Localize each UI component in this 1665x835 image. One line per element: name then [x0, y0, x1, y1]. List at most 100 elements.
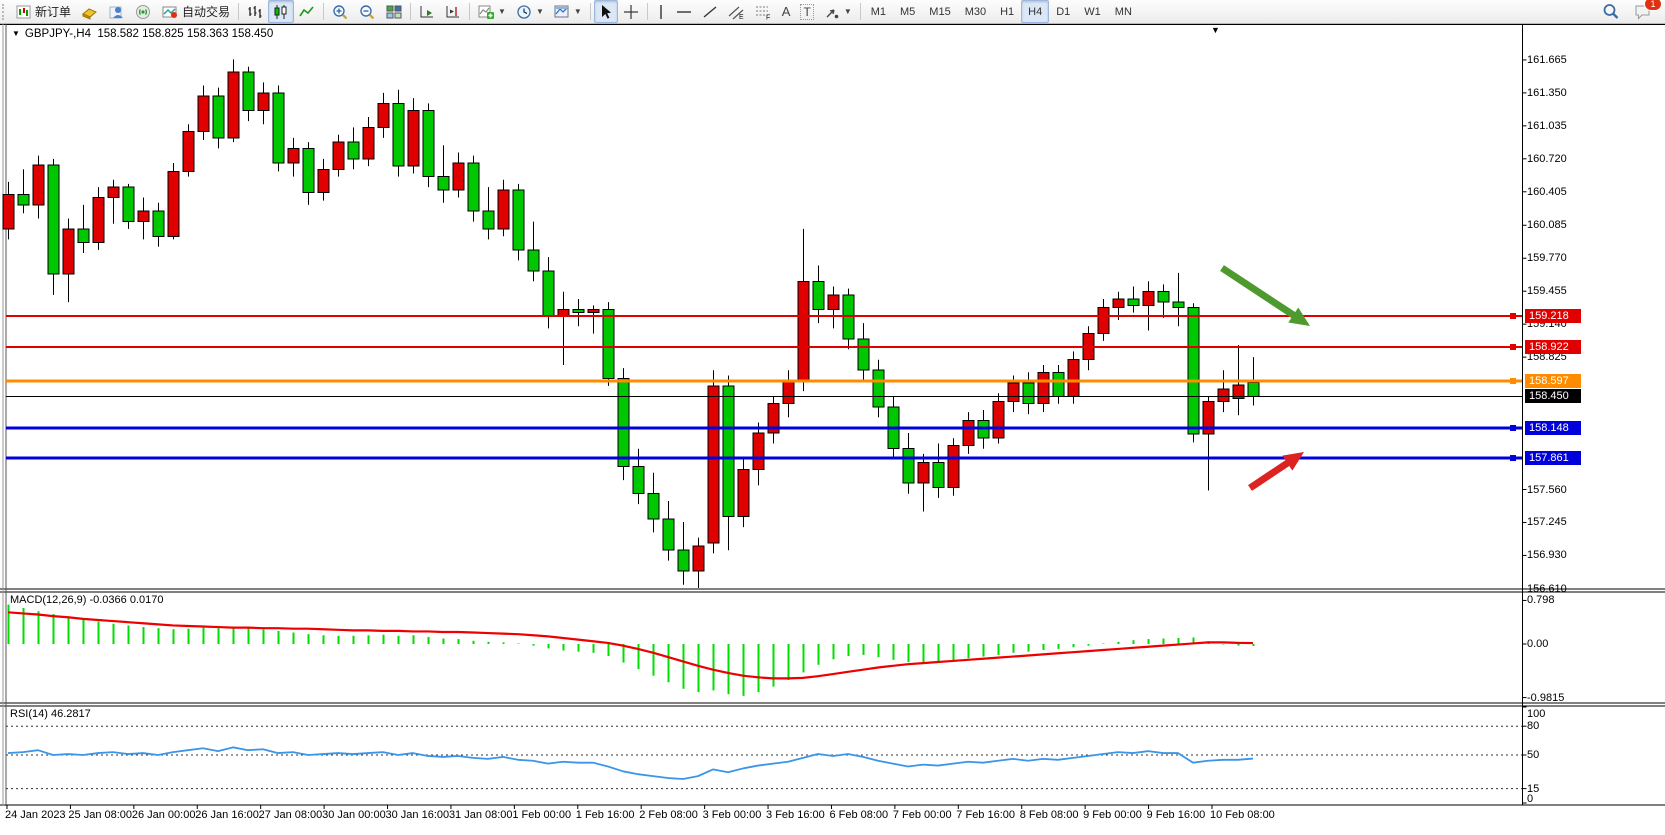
label-tool-button[interactable]: T — [795, 0, 818, 23]
bar-chart-button[interactable] — [242, 0, 268, 23]
candle-body — [543, 271, 554, 316]
hline-tool-button[interactable] — [671, 0, 697, 23]
chart-dropdown-icon[interactable]: ▼ — [12, 29, 20, 38]
text-tool-icon: A — [782, 4, 791, 19]
templates-button[interactable]: ▼ — [549, 0, 587, 23]
periods-button[interactable]: ▼ — [511, 0, 549, 23]
timeframe-d1-button[interactable]: D1 — [1049, 0, 1077, 23]
horizontal-line-icon — [676, 7, 692, 17]
new-order-label: 新订单 — [35, 3, 71, 20]
candle-body — [618, 379, 629, 467]
equidistant-channel-icon: E — [728, 4, 745, 20]
candle-body — [288, 148, 299, 163]
new-order-icon — [16, 4, 32, 20]
timeframe-m30-button[interactable]: M30 — [958, 0, 993, 23]
candle-body — [903, 449, 914, 484]
green-down-arrow[interactable] — [1222, 268, 1297, 317]
candle-body — [483, 211, 494, 229]
candle-body — [378, 103, 389, 127]
candle-body — [708, 386, 719, 543]
profile-button[interactable] — [103, 0, 130, 23]
timeframe-h4-button[interactable]: H4 — [1021, 0, 1049, 23]
indicators-button[interactable]: ▼ — [473, 0, 511, 23]
fibonacci-tool-button[interactable]: F — [750, 0, 777, 23]
candle-body — [633, 466, 644, 493]
candle-body — [243, 72, 254, 111]
crosshair-tool-button[interactable] — [618, 0, 644, 23]
auto-trading-icon — [162, 4, 179, 20]
candle-body — [723, 386, 734, 517]
candle-body — [33, 165, 44, 205]
auto-trading-label: 自动交易 — [182, 3, 230, 20]
vline-tool-button[interactable] — [651, 0, 671, 23]
cursor-icon — [599, 4, 613, 20]
gold-book-icon — [81, 4, 98, 20]
candle-body — [393, 103, 404, 166]
timeframe-h1-button[interactable]: H1 — [993, 0, 1021, 23]
candle-body — [363, 127, 374, 158]
zoom-in-icon — [332, 4, 349, 20]
candle-body — [468, 163, 479, 211]
candlestick-chart-button[interactable] — [268, 0, 294, 23]
candle-body — [693, 546, 704, 571]
candle-body — [1053, 372, 1064, 396]
candle-body — [1248, 383, 1259, 397]
candle-body — [498, 190, 509, 229]
candle-body — [783, 381, 794, 404]
timeframe-m5-button[interactable]: M5 — [893, 0, 922, 23]
candle-body — [423, 111, 434, 177]
shapes-arrows-icon — [824, 4, 840, 20]
candle-body — [558, 310, 569, 316]
vertical-line-icon — [656, 4, 666, 20]
chart-canvas[interactable] — [0, 0, 1665, 835]
tile-windows-icon — [386, 4, 402, 20]
candle-body — [333, 142, 344, 169]
candle-body — [138, 211, 149, 221]
candle-body — [3, 194, 14, 229]
add-indicator-icon — [478, 4, 494, 20]
line-chart-button[interactable] — [294, 0, 320, 23]
candle-body — [873, 370, 884, 407]
zoom-in-button[interactable] — [327, 0, 354, 23]
rsi-line — [8, 747, 1253, 779]
history-button[interactable] — [76, 0, 103, 23]
candle-body — [1008, 383, 1019, 402]
notifications-button[interactable]: 1 — [1629, 0, 1657, 23]
text-tool-button[interactable]: A — [777, 0, 796, 23]
chart-title: ▼GBPJPY-,H4 158.582 158.825 158.363 158.… — [12, 28, 273, 40]
scroll-end-marker-icon[interactable]: ▼ — [1211, 25, 1220, 35]
candle-body — [18, 194, 29, 204]
new-order-button[interactable]: 新订单 — [11, 0, 76, 23]
trendline-tool-button[interactable] — [697, 0, 723, 23]
candle-body — [588, 310, 599, 313]
clock-icon — [516, 4, 532, 20]
shapes-tool-button[interactable]: ▼ — [819, 0, 857, 23]
zoom-out-icon — [359, 4, 376, 20]
zoom-out-button[interactable] — [354, 0, 381, 23]
auto-trading-button[interactable]: 自动交易 — [157, 0, 235, 23]
candle-body — [438, 177, 449, 191]
timeframe-m1-button[interactable]: M1 — [864, 0, 893, 23]
level-line-marker — [1510, 344, 1516, 350]
search-button[interactable] — [1597, 0, 1625, 23]
candle-body — [258, 93, 269, 111]
candle-body — [1218, 389, 1229, 402]
candle-body — [63, 229, 74, 274]
timeframe-mn-button[interactable]: MN — [1108, 0, 1139, 23]
signal-button[interactable] — [130, 0, 157, 23]
timeframe-w1-button[interactable]: W1 — [1077, 0, 1108, 23]
macd-signal-line — [8, 612, 1253, 678]
channel-tool-button[interactable]: E — [723, 0, 750, 23]
chart-shift-button[interactable] — [440, 0, 466, 23]
tile-windows-button[interactable] — [381, 0, 407, 23]
cursor-tool-button[interactable] — [594, 0, 618, 23]
auto-scroll-button[interactable] — [414, 0, 440, 23]
candle-body — [603, 310, 614, 379]
red-up-arrow[interactable] — [1250, 461, 1291, 488]
candle-body — [528, 250, 539, 271]
candle-body — [273, 93, 284, 163]
timeframe-m15-button[interactable]: M15 — [922, 0, 957, 23]
candle-body — [993, 402, 1004, 439]
candle-body — [648, 494, 659, 519]
mt4-window: 新订单 自动交易 — [0, 0, 1665, 835]
